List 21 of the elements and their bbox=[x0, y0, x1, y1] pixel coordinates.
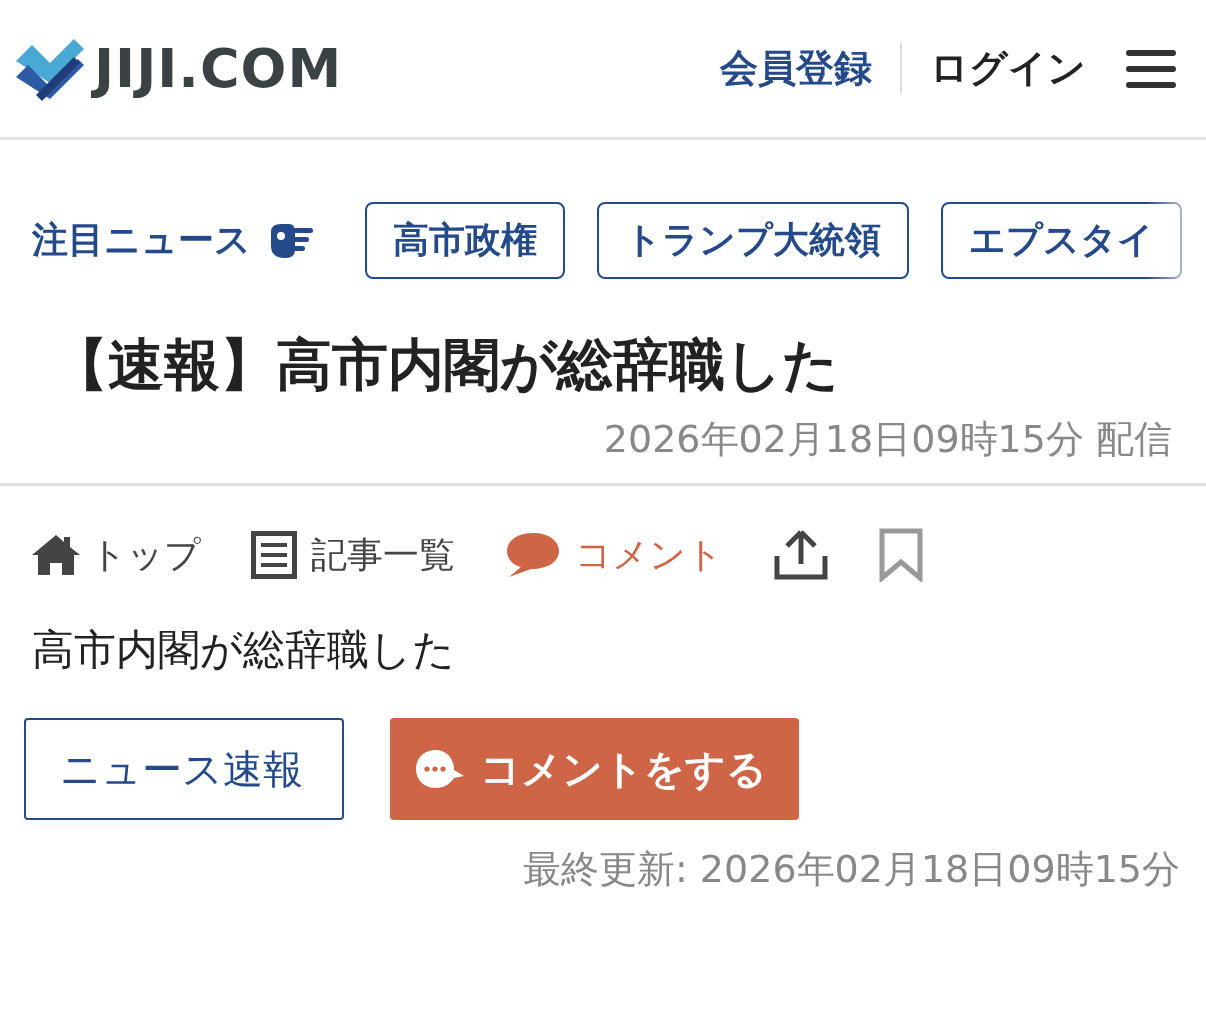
speech-bubble-icon bbox=[414, 748, 466, 791]
topic-tag[interactable]: エプスタイ bbox=[941, 202, 1182, 279]
comment-button[interactable]: コメントをする bbox=[390, 718, 799, 821]
topic-tag[interactable]: トランプ大統領 bbox=[597, 202, 909, 279]
article-text: 高市内閣が総辞職した bbox=[32, 624, 456, 677]
share-icon[interactable] bbox=[773, 530, 829, 581]
home-link[interactable]: トップ bbox=[30, 530, 201, 580]
list-link[interactable]: 記事一覧 bbox=[251, 530, 455, 580]
home-icon bbox=[30, 533, 82, 578]
featured-news-label: 注目ニュース bbox=[32, 218, 251, 262]
publish-date: 2026年02月18日09時15分 配信 bbox=[0, 398, 1206, 487]
login-link[interactable]: ログイン bbox=[902, 43, 1114, 94]
news-flash-button[interactable]: ニュース速報 bbox=[24, 718, 344, 821]
document-icon bbox=[251, 531, 297, 580]
register-link[interactable]: 会員登録 bbox=[692, 43, 902, 94]
menu-icon[interactable] bbox=[1126, 49, 1176, 88]
comment-link[interactable]: コメント bbox=[505, 530, 723, 580]
bookmark-icon[interactable] bbox=[879, 528, 923, 583]
headline: 【速報】高市内閣が総辞職した bbox=[52, 331, 840, 399]
last-updated: 最終更新: 2026年02月18日09時15分 bbox=[522, 846, 1180, 894]
topic-tag[interactable]: 高市政権 bbox=[365, 202, 565, 279]
